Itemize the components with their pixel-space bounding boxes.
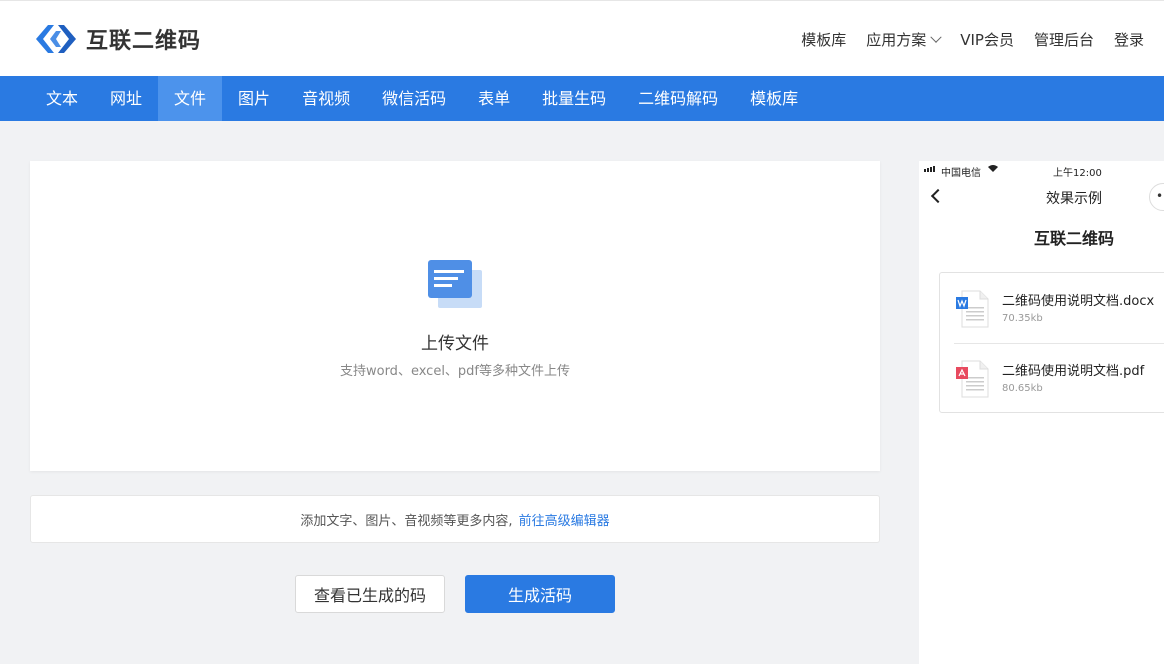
chevron-down-icon (930, 31, 942, 43)
phone-header: 效果示例 • (919, 183, 1164, 211)
upload-hint: 支持word、excel、pdf等多种文件上传 (339, 364, 571, 379)
file-size: 80.65kb (1002, 383, 1043, 394)
tab-audio-video[interactable]: 音视频 (286, 76, 366, 121)
signal-icon (924, 166, 935, 172)
top-links: 模板库 应用方案 VIP会员 管理后台 登录 (781, 29, 1144, 50)
link-templates[interactable]: 模板库 (801, 29, 846, 50)
generate-live-code-button[interactable]: 生成活码 (465, 575, 615, 613)
brand-logo[interactable]: 互联二维码 (32, 21, 201, 57)
carrier-name: 中国电信 (941, 168, 981, 179)
tab-file[interactable]: 文件 (158, 76, 223, 121)
upload-area[interactable]: 上传文件 支持word、excel、pdf等多种文件上传 (30, 161, 880, 471)
upload-title: 上传文件 (421, 334, 489, 354)
list-item: 二维码使用说明文档.pdf 80.65kb (940, 343, 1164, 413)
wifi-icon (987, 164, 999, 176)
tab-wechat-live-code[interactable]: 微信活码 (366, 76, 462, 121)
tab-text[interactable]: 文本 (30, 76, 94, 121)
file-size: 70.35kb (1002, 313, 1043, 324)
preview-file-list: 二维码使用说明文档.docx 70.35kb 二维码使用说明文档.pdf 80.… (939, 272, 1164, 413)
top-header: 互联二维码 模板库 应用方案 VIP会员 管理后台 登录 (0, 0, 1164, 76)
logo-icon (36, 25, 76, 53)
file-name: 二维码使用说明文档.docx (1002, 294, 1155, 309)
category-nav: 文本 网址 文件 图片 音视频 微信活码 表单 批量生码 二维码解码 模板库 (0, 76, 1164, 121)
link-solutions-label: 应用方案 (866, 31, 927, 49)
view-generated-codes-button[interactable]: 查看已生成的码 (295, 575, 445, 613)
status-bar: 中国电信 上午12:00 (919, 161, 1164, 179)
link-admin[interactable]: 管理后台 (1034, 29, 1094, 50)
editor-prompt: 添加文字、图片、音视频等更多内容, (300, 513, 513, 529)
link-vip[interactable]: VIP会员 (960, 29, 1014, 50)
link-login[interactable]: 登录 (1114, 29, 1144, 50)
list-item: 二维码使用说明文档.docx 70.35kb (940, 273, 1164, 343)
preview-brand: 互联二维码 (1033, 229, 1114, 248)
tab-batch-generate[interactable]: 批量生码 (526, 76, 622, 121)
link-solutions[interactable]: 应用方案 (866, 29, 942, 50)
tab-url[interactable]: 网址 (94, 76, 158, 121)
upload-file-icon (428, 260, 482, 308)
phone-title: 效果示例 (1046, 191, 1102, 207)
tab-form[interactable]: 表单 (462, 76, 526, 121)
pdf-document-icon (956, 360, 989, 398)
tab-image[interactable]: 图片 (222, 76, 286, 121)
brand-name: 互联二维码 (86, 29, 202, 54)
advanced-editor-link[interactable]: 前往高级编辑器 (519, 510, 610, 529)
advanced-editor-bar: 添加文字、图片、音视频等更多内容, 前往高级编辑器 (30, 495, 880, 543)
status-time: 上午12:00 (1053, 168, 1102, 179)
phone-preview: 中国电信 上午12:00 效果示例 • 互联二维码 二维码使用说明文档.docx… (919, 161, 1164, 664)
tab-templates[interactable]: 模板库 (734, 76, 814, 121)
tab-qr-decode[interactable]: 二维码解码 (622, 76, 734, 121)
file-name: 二维码使用说明文档.pdf (1002, 364, 1145, 379)
word-document-icon (956, 290, 989, 328)
